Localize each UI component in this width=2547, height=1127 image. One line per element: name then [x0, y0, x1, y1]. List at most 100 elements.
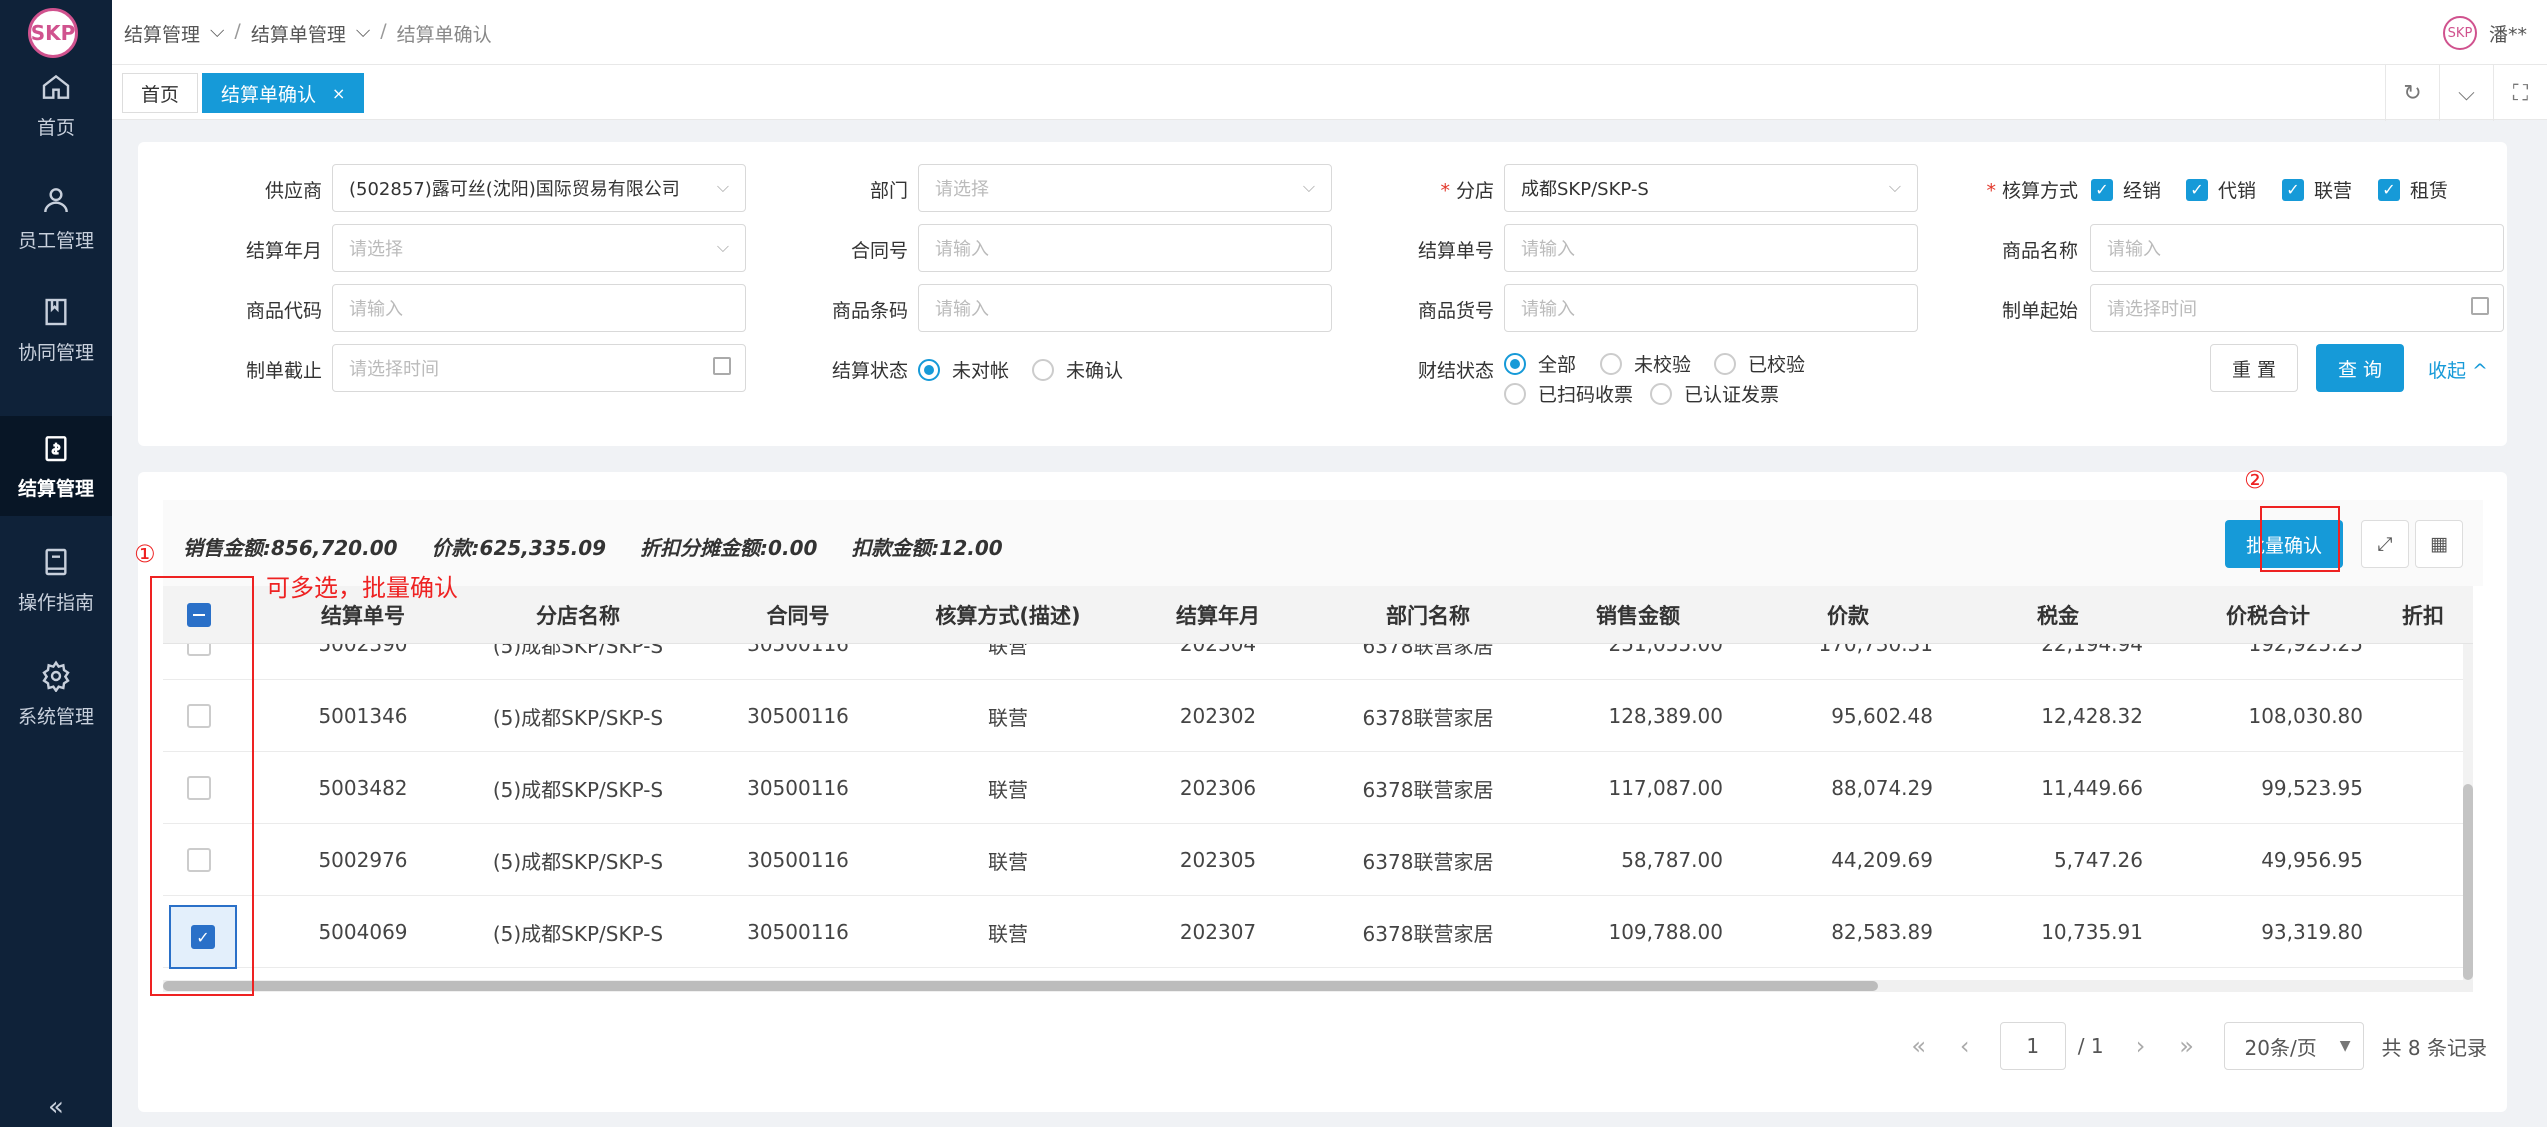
finance-status-scanned[interactable]: 已扫码收票: [1504, 380, 1633, 407]
breadcrumb-item[interactable]: 结算单管理: [251, 20, 346, 47]
branch-select[interactable]: 成都SKP/SKP-S ⌵: [1504, 164, 1918, 212]
table-row[interactable]: 5002390 (5)成都SKP/SKP-S 30500116 联营 20230…: [163, 644, 2473, 680]
supplier-select[interactable]: (502857)露可丝(沈阳)国际贸易有限公司 ⌵: [332, 164, 746, 212]
settle-status-unreconciled[interactable]: 未对帐: [918, 356, 1009, 383]
column-header[interactable]: 合同号: [693, 586, 903, 644]
table-row[interactable]: 5003482 (5)成都SKP/SKP-S 30500116 联营 20230…: [163, 752, 2473, 824]
cell-price: 44,209.69: [1831, 848, 1933, 872]
accounting-option-lease[interactable]: ✓ 租赁: [2378, 176, 2448, 203]
chevron-down-icon[interactable]: ⌵: [2439, 65, 2493, 121]
barcode-input[interactable]: 请输入: [918, 284, 1332, 332]
settle-status-unconfirmed[interactable]: 未确认: [1032, 356, 1123, 383]
page-input[interactable]: 1: [1999, 1022, 2066, 1070]
total-records: 共 8 条记录: [2381, 1035, 2487, 1060]
finance-status-label: 财结状态: [1417, 360, 1494, 382]
product-name-input[interactable]: 请输入: [2090, 224, 2504, 272]
tab-label: 首页: [141, 83, 180, 106]
table-row[interactable]: 5001346 (5)成都SKP/SKP-S 30500116 联营 20230…: [163, 680, 2473, 752]
breadcrumb-item[interactable]: 结算管理: [124, 20, 200, 47]
accounting-option-distribution[interactable]: ✓ 经销: [2091, 176, 2161, 203]
sidebar-item-home[interactable]: 首页: [0, 55, 112, 155]
tab-tools: ↻ ⌵ ⛶: [2385, 65, 2547, 121]
sidebar-item-label: 协同管理: [17, 341, 94, 364]
item-no-input[interactable]: 请输入: [1504, 284, 1918, 332]
horizontal-scrollbar[interactable]: [163, 980, 2473, 992]
sidebar-item-settlement[interactable]: 结算管理: [0, 416, 112, 516]
query-button[interactable]: 查 询: [2316, 344, 2404, 392]
column-header[interactable]: 结算年月: [1113, 586, 1323, 644]
tab-home[interactable]: 首页: [122, 73, 199, 113]
check-icon: ✓: [2186, 178, 2208, 201]
start-date-placeholder: 请选择时间: [2107, 299, 2197, 320]
accounting-option-joint[interactable]: ✓ 联营: [2282, 176, 2352, 203]
column-header[interactable]: 部门名称: [1323, 586, 1533, 644]
finance-status-certified[interactable]: 已认证发票: [1650, 380, 1779, 407]
close-icon[interactable]: ×: [332, 84, 345, 103]
accounting-option-consignment[interactable]: ✓ 代销: [2186, 176, 2256, 203]
column-header[interactable]: 折扣: [2373, 586, 2473, 644]
annotation-marker-1: ①: [134, 540, 156, 568]
first-page-button[interactable]: «: [1896, 1032, 1942, 1060]
cell-method: 联营: [988, 777, 1028, 802]
total-sales: 销售金额:856,720.00: [183, 536, 398, 560]
breadcrumb: 结算管理 ⌵ / 结算单管理 ⌵ / 结算单确认: [124, 20, 502, 47]
cell-price: 82,583.89: [1831, 920, 1933, 944]
end-date-picker[interactable]: 请选择时间: [332, 344, 746, 392]
finance-status-unverified[interactable]: 未校验: [1600, 350, 1691, 377]
column-header[interactable]: 价款: [1743, 586, 1953, 644]
last-page-button[interactable]: »: [2164, 1032, 2210, 1060]
sidebar-collapse-button[interactable]: «: [0, 1087, 112, 1127]
settle-month-select[interactable]: 请选择 ⌵: [332, 224, 746, 272]
table-row[interactable]: 5002976 (5)成都SKP/SKP-S 30500116 联营 20230…: [163, 824, 2473, 896]
total-discount-alloc: 折扣分摊金额:0.00: [640, 536, 818, 560]
page-size-select[interactable]: 20条/页 ▼: [2223, 1022, 2364, 1070]
annotation-note: 可多选，批量确认: [266, 574, 458, 602]
start-date-picker[interactable]: 请选择时间: [2090, 284, 2504, 332]
breadcrumb-separator: /: [380, 20, 387, 42]
product-code-input[interactable]: 请输入: [332, 284, 746, 332]
next-page-button[interactable]: ›: [2118, 1032, 2164, 1060]
user-menu[interactable]: SKP 潘**: [2442, 16, 2527, 50]
settle-no-input[interactable]: 请输入: [1504, 224, 1918, 272]
department-select[interactable]: 请选择 ⌵: [918, 164, 1332, 212]
pagination: « ‹ 1 / 1 › » 20条/页 ▼ 共 8 条记录: [1896, 1022, 2487, 1070]
chevron-down-icon: ⌵: [355, 20, 371, 42]
finance-status-all[interactable]: 全部: [1504, 350, 1576, 377]
cell-dept: 6378联营家居: [1362, 921, 1494, 946]
supplier-label: 供应商: [264, 180, 322, 202]
sidebar-item-guide[interactable]: 操作指南: [0, 530, 112, 630]
reset-button[interactable]: 重 置: [2210, 344, 2298, 392]
chevron-down-icon: ⌵: [716, 237, 729, 256]
column-settings-icon[interactable]: ▦: [2415, 520, 2463, 568]
sidebar-item-system[interactable]: 系统管理: [0, 644, 112, 744]
fullscreen-icon[interactable]: ⤢: [2361, 520, 2409, 568]
cell-month: 202302: [1179, 704, 1257, 728]
cell-contract: 30500116: [747, 776, 849, 800]
column-header[interactable]: 核算方式(描述): [903, 586, 1113, 644]
prev-page-button[interactable]: ‹: [1942, 1032, 1988, 1060]
bookmark-icon: [45, 298, 67, 325]
sidebar-item-staff[interactable]: 员工管理: [0, 168, 112, 268]
sidebar-item-collab[interactable]: 协同管理: [0, 280, 112, 380]
vertical-scrollbar[interactable]: [2463, 644, 2473, 980]
supplier-value: (502857)露可丝(沈阳)国际贸易有限公司: [349, 179, 680, 200]
column-header[interactable]: 价税合计: [2163, 586, 2373, 644]
avatar: SKP: [2442, 16, 2477, 50]
collapse-filter-link[interactable]: 收起 ^: [2428, 356, 2488, 383]
column-header[interactable]: 销售金额: [1533, 586, 1743, 644]
column-header[interactable]: 税金: [1953, 586, 2163, 644]
scrollbar-thumb[interactable]: [163, 981, 1878, 991]
cell-settle-no: 5001346: [318, 704, 408, 728]
contract-input[interactable]: 请输入: [918, 224, 1332, 272]
cell-tax: 11,449.66: [2041, 776, 2143, 800]
tab-settlement-confirm[interactable]: 结算单确认 ×: [202, 73, 365, 113]
branch-label: * 分店: [1440, 180, 1494, 202]
column-header[interactable]: 分店名称: [463, 586, 693, 644]
finance-status-verified[interactable]: 已校验: [1714, 350, 1805, 377]
table-row[interactable]: ✓ 5004069 (5)成都SKP/SKP-S 30500116 联营 202…: [163, 896, 2473, 969]
tab-label: 结算单确认: [221, 83, 317, 106]
scrollbar-thumb[interactable]: [2463, 784, 2473, 980]
cell-month: 202307: [1179, 920, 1257, 944]
refresh-icon[interactable]: ↻: [2385, 65, 2439, 121]
fullscreen-icon[interactable]: ⛶: [2493, 65, 2547, 121]
